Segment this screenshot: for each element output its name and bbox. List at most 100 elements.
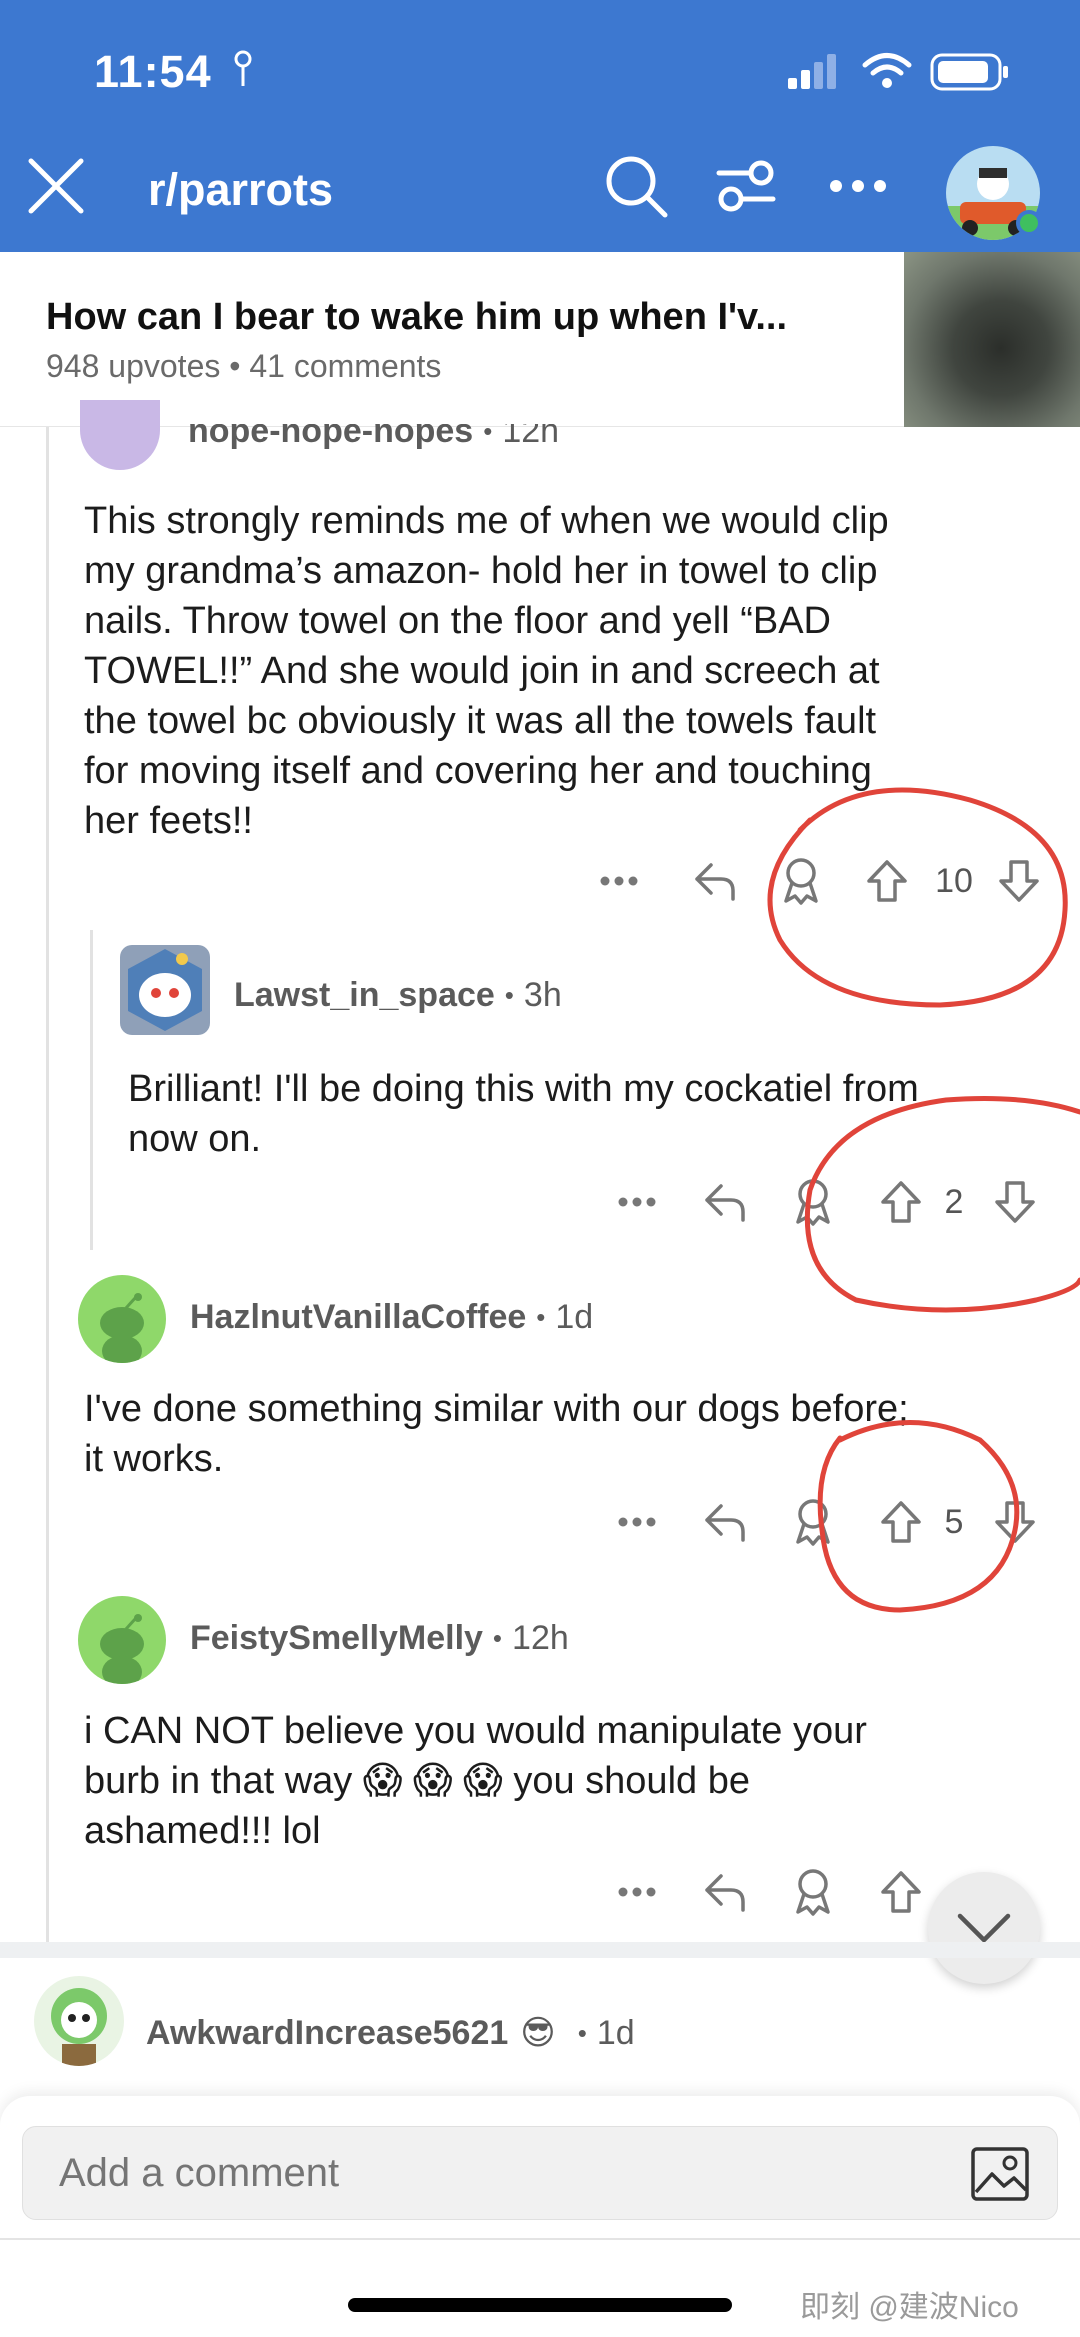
award-icon <box>796 1179 830 1226</box>
meta-separator: • <box>577 2017 587 2048</box>
wifi-icon <box>862 53 912 88</box>
comment-author-row: Lawst_in_space • 3h <box>234 976 562 1015</box>
award-icon <box>796 1499 830 1546</box>
thread-line-nested[interactable] <box>90 930 93 1250</box>
upvote-icon <box>881 1181 921 1223</box>
comment-actions: 5 <box>598 1492 1080 1552</box>
downvote-button[interactable] <box>984 851 1054 911</box>
filter-icon <box>716 160 776 212</box>
comment-avatar[interactable] <box>78 1275 166 1363</box>
award-button[interactable] <box>778 1862 848 1922</box>
award-button[interactable] <box>778 1172 848 1232</box>
reply-button[interactable] <box>690 1172 760 1232</box>
comment-age: 12h <box>512 1619 569 1657</box>
meta-separator: • <box>536 1302 546 1332</box>
comment-avatar[interactable] <box>80 400 160 470</box>
downvote-icon <box>999 860 1039 902</box>
vote-count: 5 <box>944 1502 964 1541</box>
more-icon <box>618 1517 656 1527</box>
vote-count: 2 <box>944 1182 964 1221</box>
snoo-avatar-icon <box>51 1988 107 2066</box>
comment-author[interactable]: AwkwardIncrease5621 <box>146 2014 508 2053</box>
more-icon <box>830 180 886 192</box>
upvote-button[interactable] <box>852 851 922 911</box>
divider <box>0 2238 1080 2240</box>
post-meta: 948 upvotes • 41 comments <box>46 348 442 384</box>
more-icon <box>618 1197 656 1207</box>
snoo-avatar-icon <box>100 1293 144 1363</box>
award-button[interactable] <box>778 1492 848 1552</box>
comment-author[interactable]: Lawst_in_space <box>234 976 495 1015</box>
more-options-button[interactable] <box>822 150 894 222</box>
flair-emoji: 😎 <box>520 2014 556 2052</box>
comment-age: 3h <box>523 976 562 1014</box>
upvote-icon <box>881 1871 921 1913</box>
snoo-avatar-icon <box>100 1614 144 1684</box>
post-thumbnail[interactable] <box>904 252 1080 427</box>
comment-avatar[interactable] <box>34 1976 124 2066</box>
comment-author-row: HazlnutVanillaCoffee • 1d <box>190 1298 593 1337</box>
comment-author[interactable]: FeistySmellyMelly <box>190 1619 483 1658</box>
location-icon <box>234 50 252 86</box>
award-icon <box>796 1869 830 1916</box>
close-button[interactable] <box>20 150 92 222</box>
comment-body: i CAN NOT believe you would manipulate y… <box>84 1710 867 1852</box>
more-button[interactable] <box>580 851 658 911</box>
more-button[interactable] <box>598 1862 676 1922</box>
comment-age: 1d <box>555 1298 594 1336</box>
more-icon <box>600 876 638 886</box>
reply-button[interactable] <box>690 1492 760 1552</box>
downvote-icon <box>995 1181 1035 1223</box>
more-button[interactable] <box>598 1172 676 1232</box>
close-icon <box>28 158 84 214</box>
subreddit-name[interactable]: r/parrots <box>148 164 333 216</box>
app-header: 11:54 r/parrots <box>0 0 1080 252</box>
attach-image-button[interactable] <box>970 2146 1030 2202</box>
add-comment-input[interactable] <box>22 2126 1058 2220</box>
comment-author-row: FeistySmellyMelly • 12h <box>190 1619 569 1658</box>
upvote-icon <box>867 860 907 902</box>
comment-author-row: AwkwardIncrease5621 😎 • 1d <box>146 2013 635 2053</box>
scroll-next-button[interactable] <box>928 1872 1040 1984</box>
search-button[interactable] <box>600 150 672 222</box>
award-button[interactable] <box>766 851 836 911</box>
downvote-button[interactable] <box>980 1172 1050 1232</box>
reply-button[interactable] <box>680 851 750 911</box>
more-icon <box>618 1887 656 1897</box>
more-button[interactable] <box>598 1492 676 1552</box>
comment-body: Brilliant! I'll be doing this with my co… <box>128 1068 919 1160</box>
upvote-icon <box>881 1501 921 1543</box>
vote-count: 10 <box>935 861 973 900</box>
reply-icon <box>705 1184 745 1222</box>
downvote-icon <box>995 1501 1035 1543</box>
comment-author[interactable]: HazlnutVanillaCoffee <box>190 1298 526 1337</box>
comment-thread-divider <box>0 1942 1080 1958</box>
upvote-button[interactable] <box>866 1862 936 1922</box>
sort-filter-button[interactable] <box>710 150 782 222</box>
comment-body: This strongly reminds me of when we woul… <box>84 500 889 842</box>
online-status-dot <box>1016 210 1042 236</box>
reply-icon <box>705 1874 745 1912</box>
reply-icon <box>695 863 735 901</box>
snoo-avatar-icon <box>128 949 202 1031</box>
status-time: 11:54 <box>94 46 212 97</box>
home-indicator <box>348 2298 732 2312</box>
comment-actions: 10 <box>580 851 1080 911</box>
comment-body: I've done something similar with our dog… <box>84 1388 909 1480</box>
battery-icon <box>930 53 1008 91</box>
comment-age: 1d <box>596 2013 635 2052</box>
award-icon <box>784 858 818 905</box>
thread-line[interactable] <box>46 427 49 1942</box>
reply-button[interactable] <box>690 1862 760 1922</box>
downvote-button[interactable] <box>980 1492 1050 1552</box>
comment-avatar[interactable] <box>120 945 210 1035</box>
search-icon <box>606 156 668 218</box>
sticky-post-header[interactable]: How can I bear to wake him up when I'v..… <box>0 252 1080 427</box>
chevron-down-icon <box>957 1913 1011 1943</box>
comment-avatar[interactable] <box>78 1596 166 1684</box>
comment-actions: 2 <box>598 1172 1080 1232</box>
meta-separator: • <box>492 1623 503 1653</box>
post-title[interactable]: How can I bear to wake him up when I'v..… <box>46 296 787 339</box>
signal-icon <box>788 54 836 89</box>
meta-separator: • <box>504 980 514 1010</box>
